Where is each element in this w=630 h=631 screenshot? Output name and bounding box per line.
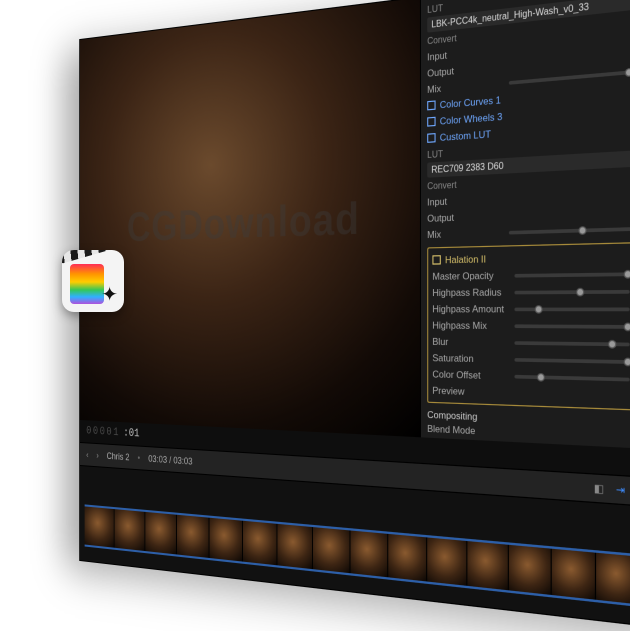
param-label: Blur [432, 336, 505, 349]
filmstrip-thumb[interactable] [278, 524, 313, 569]
viewer-panel[interactable]: CGDownload [80, 0, 420, 437]
checkbox-icon[interactable] [427, 100, 435, 110]
skimming-icon[interactable]: ◧ [594, 481, 604, 495]
param-slider[interactable] [514, 324, 629, 328]
inspector-panel: LUT LBK-PCC4k_neutral_High-Wash_v0_33 Co… [420, 0, 630, 451]
app-icon-final-cut-pro: ✦ [62, 250, 124, 312]
param-row: Highpass Amount18,41 [432, 300, 630, 318]
mix2-label: Mix [427, 226, 500, 240]
param-slider[interactable] [514, 289, 629, 293]
param-slider[interactable] [514, 357, 629, 363]
clip-name: Chris 2 [107, 451, 130, 463]
checkbox-icon[interactable] [427, 117, 435, 127]
chevron-right-icon[interactable]: › [96, 450, 98, 460]
filmstrip-thumb[interactable] [388, 534, 426, 582]
mix2-slider[interactable] [509, 226, 630, 233]
param-row: Highpass Radius57,77 [432, 282, 630, 301]
param-label: Highpass Amount [432, 303, 505, 315]
clip-filmstrip[interactable] [85, 504, 630, 612]
checkbox-icon[interactable] [427, 133, 435, 143]
timecode-value: :01 [123, 427, 139, 440]
filmstrip-thumb[interactable] [509, 545, 551, 595]
filmstrip-thumb[interactable] [243, 521, 277, 565]
param-slider[interactable] [514, 341, 629, 346]
filmstrip-thumb[interactable] [115, 509, 145, 551]
param-label: Color Offset [432, 368, 505, 382]
param-slider[interactable] [514, 374, 629, 381]
timecode-prefix: 00001 [86, 425, 120, 439]
param-label: Saturation [432, 352, 505, 365]
filmstrip-thumb[interactable] [85, 506, 114, 547]
param-label: Master Opacity [432, 269, 505, 282]
editor-window: CGDownload LUT LBK-PCC4k_neutral_High-Wa… [80, 0, 630, 631]
filmstrip-thumb[interactable] [177, 515, 209, 558]
input2-label: Input [427, 193, 500, 208]
filmstrip-thumb[interactable] [427, 537, 466, 585]
param-label: Highpass Mix [432, 319, 505, 331]
filmstrip-thumb[interactable] [467, 541, 507, 590]
filmstrip-thumb[interactable] [552, 549, 595, 600]
blend-mode-label: Blend Mode [427, 423, 500, 438]
param-slider[interactable] [514, 307, 629, 311]
filmstrip-thumb[interactable] [313, 527, 349, 573]
snapping-icon[interactable]: ⇥ [616, 483, 625, 497]
filmstrip-thumb[interactable] [596, 553, 630, 605]
param-label: Highpass Radius [432, 286, 505, 298]
preview-label: Preview [432, 384, 505, 398]
filmstrip-thumb[interactable] [210, 518, 243, 562]
param-slider[interactable] [514, 272, 629, 277]
watermark-text: CGDownload [127, 194, 360, 251]
checkbox-icon[interactable] [432, 255, 440, 264]
output2-label: Output [427, 210, 500, 224]
halation-effect-group: Halation II Master Opacity100,0Highpass … [427, 241, 630, 413]
filmstrip-thumb[interactable] [145, 512, 176, 554]
clip-time: 03:03 / 03:03 [148, 453, 192, 466]
chevron-left-icon[interactable]: ‹ [86, 449, 88, 459]
param-row: Master Opacity100,0 [432, 264, 630, 284]
filmstrip-thumb[interactable] [350, 530, 387, 577]
